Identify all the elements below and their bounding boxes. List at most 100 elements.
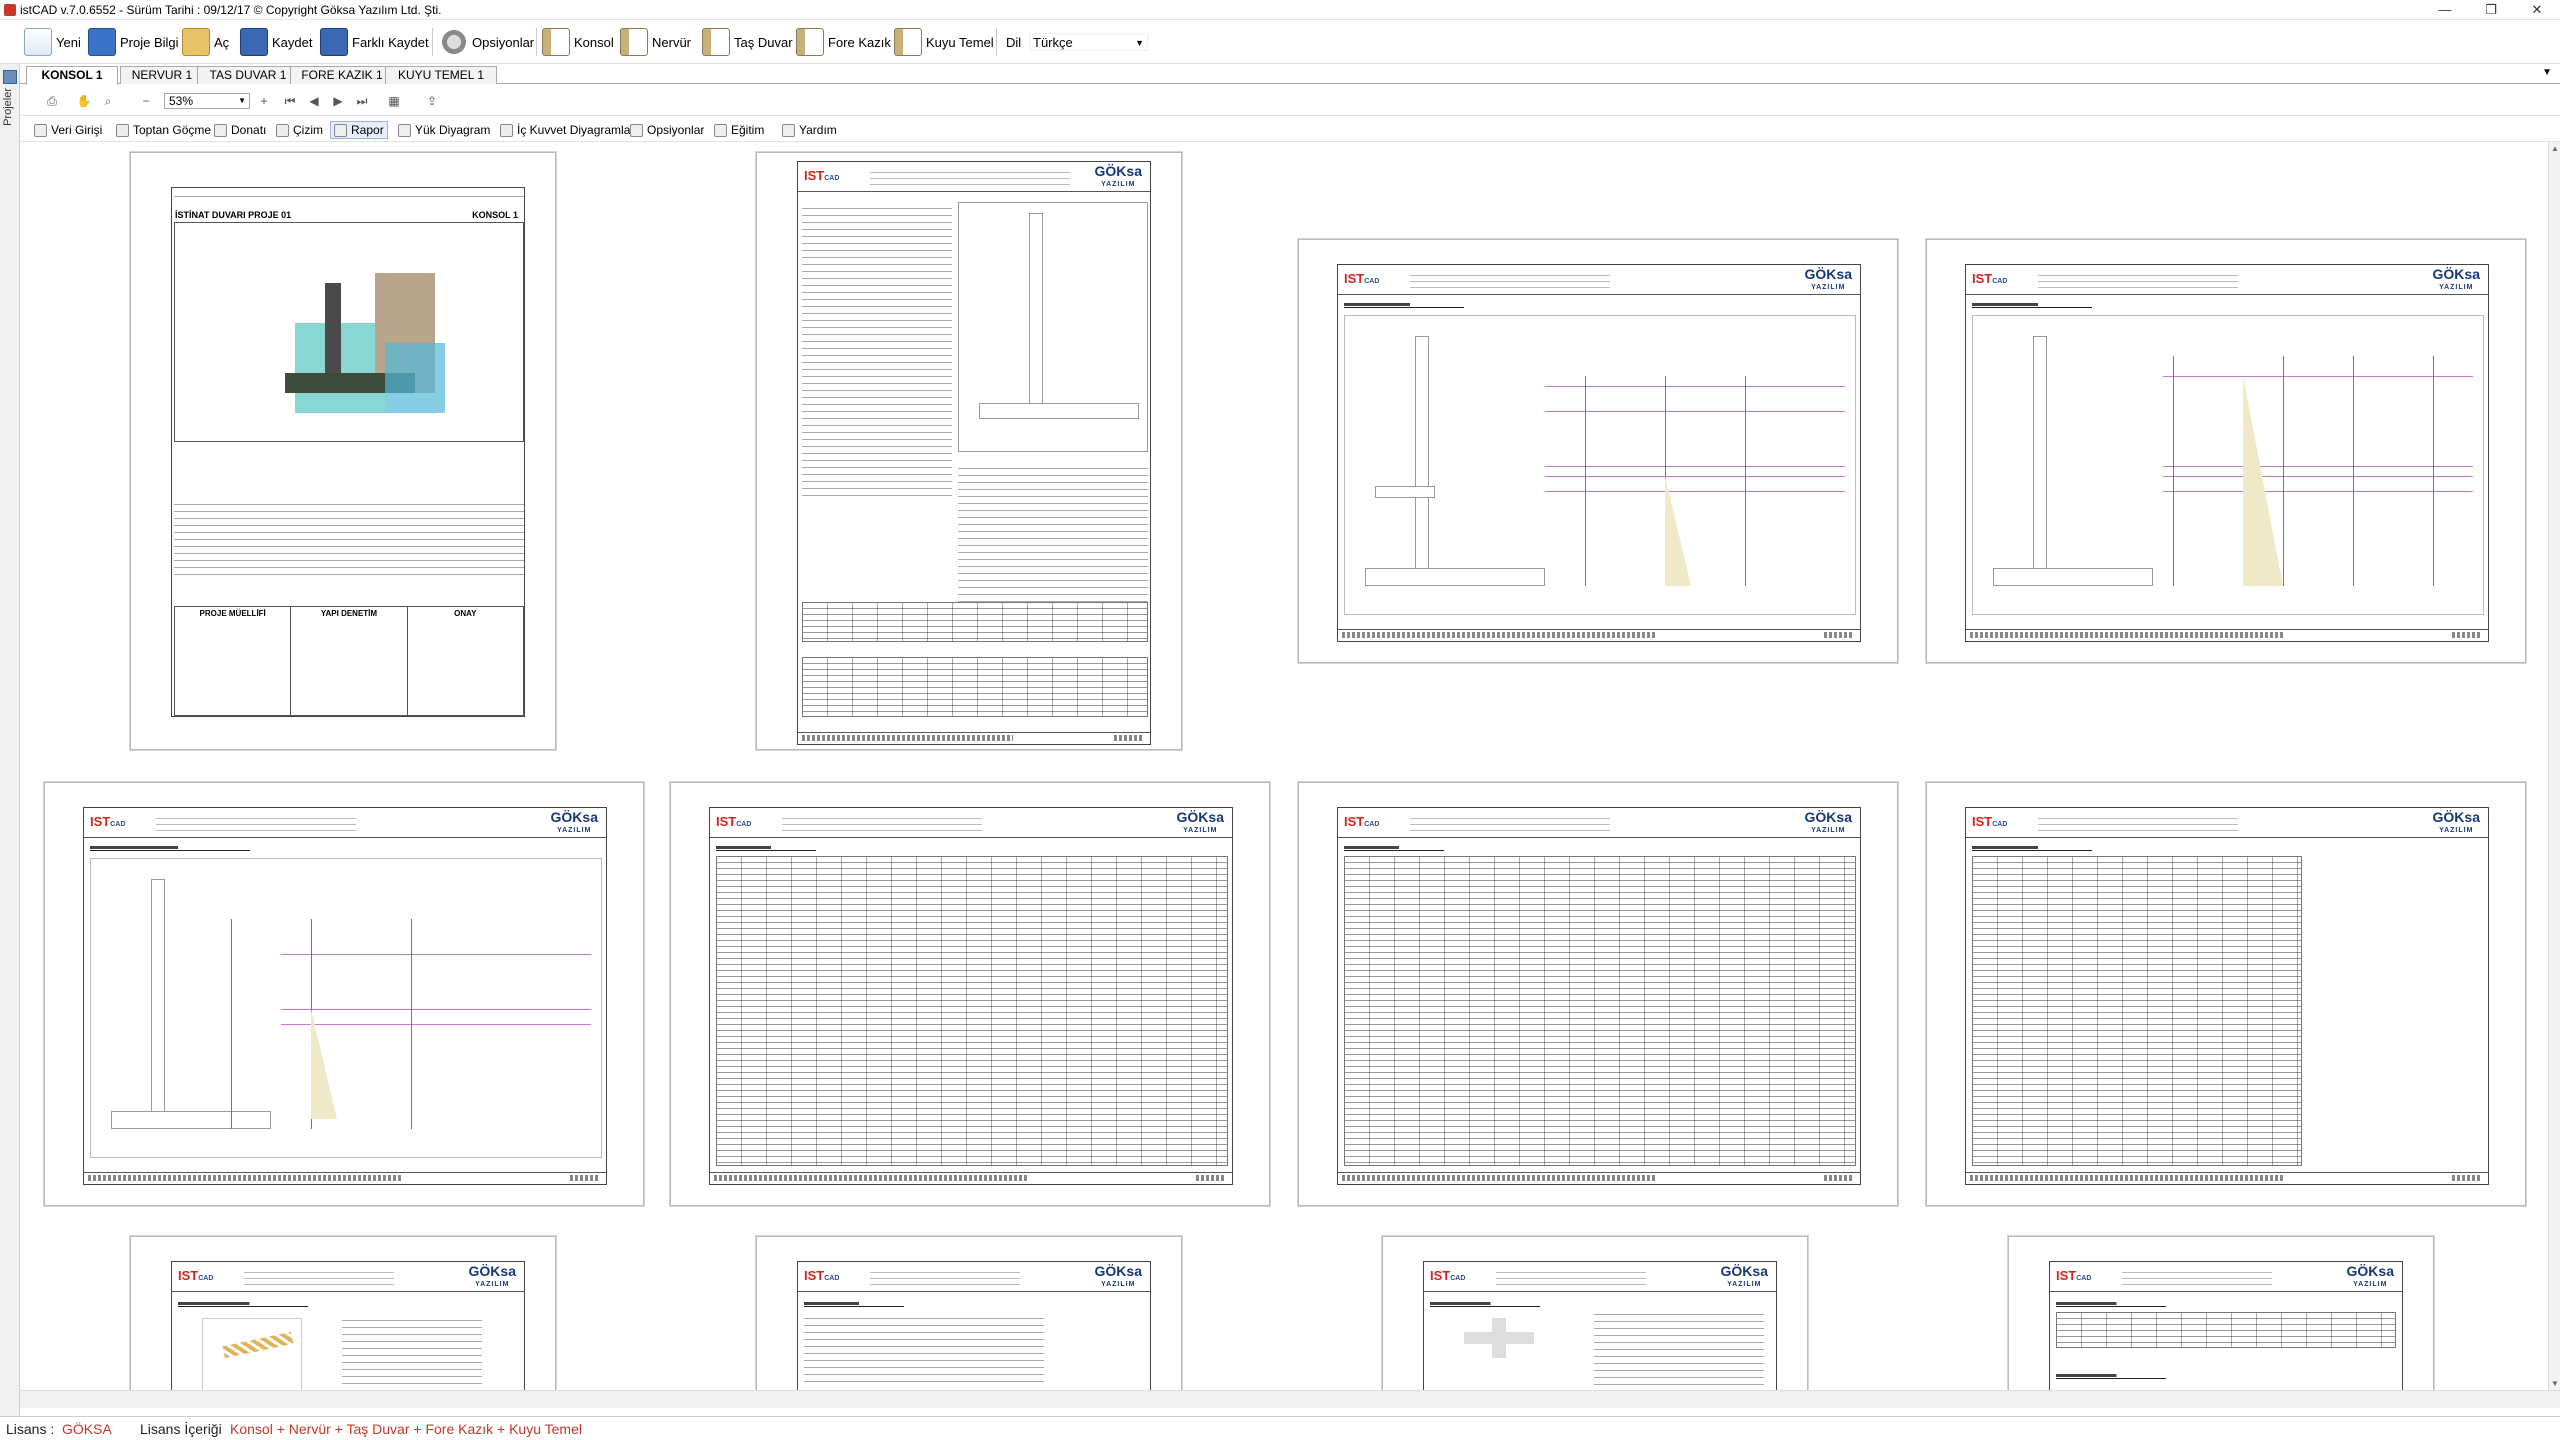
opsiyonlar-button[interactable]: Opsiyonlar (630, 121, 704, 139)
goksa-logo: GÖKsa YAZILIM (2432, 266, 2480, 291)
section-title (1430, 1300, 1540, 1307)
pressure-diagram (311, 1009, 337, 1119)
report-page-combined-table[interactable]: ISTCAD GÖKsa YAZILIM (1926, 782, 2526, 1206)
cover-frame: İSTİNAT DUVARI PROJE 01 KONSOL 1 PROJE M… (171, 187, 525, 717)
zoom-out-icon[interactable]: − (138, 93, 154, 109)
fore-kazik-button[interactable]: Fore Kazık (796, 26, 891, 58)
open-button[interactable]: Aç (182, 26, 229, 58)
tas-duvar-button[interactable]: Taş Duvar (702, 26, 793, 58)
header-meta (870, 1267, 1020, 1287)
platform-sketch (202, 1318, 302, 1390)
veri-girisi-button[interactable]: Veri Girişi (34, 121, 102, 139)
istcad-logo: ISTCAD (2056, 1268, 2092, 1283)
zoom-combo[interactable]: 53% ▼ (164, 93, 250, 109)
report-page-platform[interactable]: ISTCAD GÖKsa YAZILIM (130, 1236, 556, 1390)
zoom-in-icon[interactable]: + (256, 93, 272, 109)
egitim-button[interactable]: Eğitim (714, 121, 764, 139)
yuk-diyagram-button[interactable]: Yük Diyagram (398, 121, 490, 139)
header-meta (870, 167, 1070, 187)
nervur-button[interactable]: Nervür (620, 26, 691, 58)
egitim-label: Eğitim (731, 123, 765, 137)
header-meta (2038, 813, 2238, 833)
next-page-icon[interactable]: ▶ (330, 93, 346, 109)
toptan-gocme-button[interactable]: Toptan Göçme (116, 121, 211, 139)
rapor-button[interactable]: Rapor (330, 121, 388, 139)
module-menu-bar: Veri Girişi Toptan Göçme Donatı Çizim Ra… (20, 118, 2560, 142)
report-page-input-data[interactable]: ISTCAD GÖKsa YAZILIM (756, 152, 1182, 750)
report-preview-canvas[interactable]: İSTİNAT DUVARI PROJE 01 KONSOL 1 PROJE M… (20, 142, 2550, 1390)
donati-button[interactable]: Donatı (214, 121, 266, 139)
page-footer (1338, 629, 1860, 641)
projects-side-panel[interactable]: Projeler (0, 64, 20, 1416)
report-page-static-table[interactable]: ISTCAD GÖKsa YAZILIM (670, 782, 1270, 1206)
minimize-button[interactable]: — (2422, 0, 2468, 20)
tab-kuyu-temel-1[interactable]: KUYU TEMEL 1 (385, 66, 497, 84)
page-header: ISTCAD GÖKsa YAZILIM (1966, 808, 2488, 838)
tab-fore-kazik-1[interactable]: FORE KAZIK 1 (290, 66, 394, 84)
report-page-section-checks[interactable]: ISTCAD GÖKsa YAZILIM (1382, 1236, 1808, 1390)
report-page-cover[interactable]: İSTİNAT DUVARI PROJE 01 KONSOL 1 PROJE M… (130, 152, 556, 750)
tab-nervur-1[interactable]: NERVUR 1 (120, 66, 204, 84)
konsol-button[interactable]: Konsol (542, 26, 614, 58)
help-info-icon (88, 28, 116, 56)
sketch-footing (979, 403, 1139, 419)
scroll-down-icon[interactable]: ▼ (2551, 1379, 2559, 1388)
page-header: ISTCAD GÖKsa YAZILIM (798, 162, 1150, 192)
gear-icon (440, 28, 468, 56)
istcad-logo: ISTCAD (178, 1268, 214, 1283)
vertical-scrollbar[interactable]: ▲ ▼ (2548, 142, 2560, 1390)
close-button[interactable]: ✕ (2514, 0, 2560, 20)
static-values-table (716, 856, 1228, 1166)
first-page-icon[interactable]: ⏮ (282, 93, 298, 109)
cizim-button[interactable]: Çizim (276, 121, 323, 139)
language-select[interactable]: Türkçe ▼ (1030, 33, 1148, 51)
save-as-button[interactable]: Farklı Kaydet (320, 26, 429, 58)
scroll-up-icon[interactable]: ▲ (2551, 144, 2559, 153)
istcad-logo: ISTCAD (1344, 271, 1380, 286)
cover-element-name: KONSOL 1 (472, 210, 518, 220)
kuyu-temel-button[interactable]: Kuyu Temel (894, 26, 994, 58)
project-info-button[interactable]: Proje Bilgi (88, 26, 179, 58)
yardim-button[interactable]: Yardım (782, 121, 837, 139)
tab-tas-duvar-1[interactable]: TAS DUVAR 1 (197, 66, 299, 84)
pin-icon[interactable] (3, 70, 17, 84)
chevron-down-icon: ▼ (1135, 38, 1144, 48)
floppy-save-icon (240, 28, 268, 56)
report-page-water-diagrams[interactable]: ISTCAD GÖKsa YAZILIM (44, 782, 644, 1206)
cover-info-table (174, 498, 524, 578)
goksa-logo: GÖKsa YAZILIM (2346, 1263, 2394, 1288)
diagram-footing (1993, 568, 2153, 586)
pan-hand-icon[interactable]: ✋ (76, 93, 92, 109)
ic-kuvvet-button[interactable]: İç Kuvvet Diyagramları (500, 121, 638, 139)
new-button[interactable]: Yeni (24, 26, 81, 58)
last-page-icon[interactable]: ⏭ (354, 93, 370, 109)
report-page-dynamic-table[interactable]: ISTCAD GÖKsa YAZILIM (1298, 782, 1898, 1206)
prev-page-icon[interactable]: ◀ (306, 93, 322, 109)
horizontal-scrollbar[interactable] (20, 1390, 2560, 1408)
print-icon[interactable]: ⎙ (44, 93, 60, 109)
load-table-2 (802, 657, 1148, 717)
report-page-wall-checks[interactable]: ISTCAD GÖKsa YAZILIM (756, 1236, 1182, 1390)
save-button[interactable]: Kaydet (240, 26, 312, 58)
report-page-stability[interactable]: ISTCAD GÖKsa YAZILIM (2008, 1236, 2434, 1390)
report-page-static-diagrams[interactable]: ISTCAD GÖKsa YAZILIM (1298, 239, 1898, 663)
tabs-dropdown-icon[interactable]: ▼ (2542, 67, 2552, 78)
page-frame: ISTCAD GÖKsa YAZILIM (83, 807, 607, 1185)
goksa-logo: GÖKsa YAZILIM (1804, 266, 1852, 291)
export-icon[interactable]: ⇪ (424, 93, 440, 109)
level-line (2163, 491, 2473, 492)
cizim-label: Çizim (293, 123, 323, 137)
folder-open-icon (182, 28, 210, 56)
maximize-button[interactable]: ❐ (2468, 0, 2514, 20)
page-header: ISTCAD GÖKsa YAZILIM (1338, 808, 1860, 838)
platform-parameters (342, 1314, 482, 1390)
veri-girisi-label: Veri Girişi (51, 123, 103, 137)
report-page-dynamic-diagrams[interactable]: ISTCAD GÖKsa YAZILIM (1926, 239, 2526, 663)
goksa-logo: GÖKsa YAZILIM (1094, 163, 1142, 188)
cross-section-vertical (1492, 1318, 1506, 1358)
zoom-select-icon[interactable]: ⌕ (100, 93, 116, 109)
tab-konsol-1[interactable]: KONSOL 1 (26, 66, 118, 85)
page-layout-icon[interactable]: ▦ (386, 93, 402, 109)
options-button[interactable]: Opsiyonlar (440, 26, 534, 58)
level-line (1545, 411, 1845, 412)
